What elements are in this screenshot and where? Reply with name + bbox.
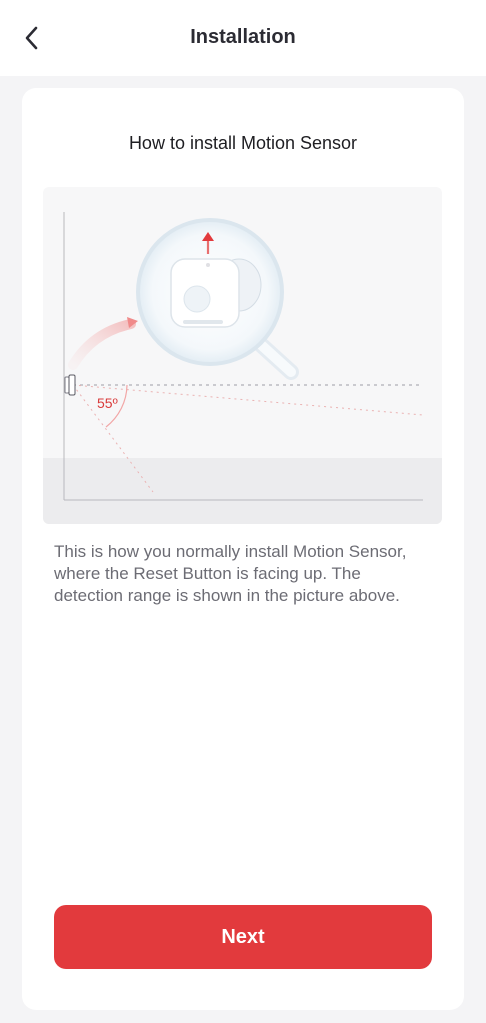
app-header: Installation <box>0 0 486 76</box>
reset-button <box>206 263 210 267</box>
sensor-pir-lens <box>183 285 211 313</box>
wall-mount <box>64 376 70 394</box>
installation-illustration: 55º <box>43 187 442 524</box>
detection-line-slope <box>72 384 424 416</box>
floor-band <box>43 458 442 524</box>
page-title: Installation <box>190 26 296 48</box>
zoom-arrow-trail <box>68 319 136 370</box>
wall-sensor <box>68 374 76 396</box>
content-card: How to install Motion Sensor 55º This is… <box>22 88 464 1010</box>
next-button[interactable]: Next <box>54 905 432 969</box>
card-title: How to install Motion Sensor <box>128 133 358 153</box>
installation-description: This is how you normally install Motion … <box>54 542 407 605</box>
installation-diagram: 55º <box>43 212 442 524</box>
sensor-bottom-strip <box>183 320 223 324</box>
angle-label: 55º <box>97 395 118 411</box>
